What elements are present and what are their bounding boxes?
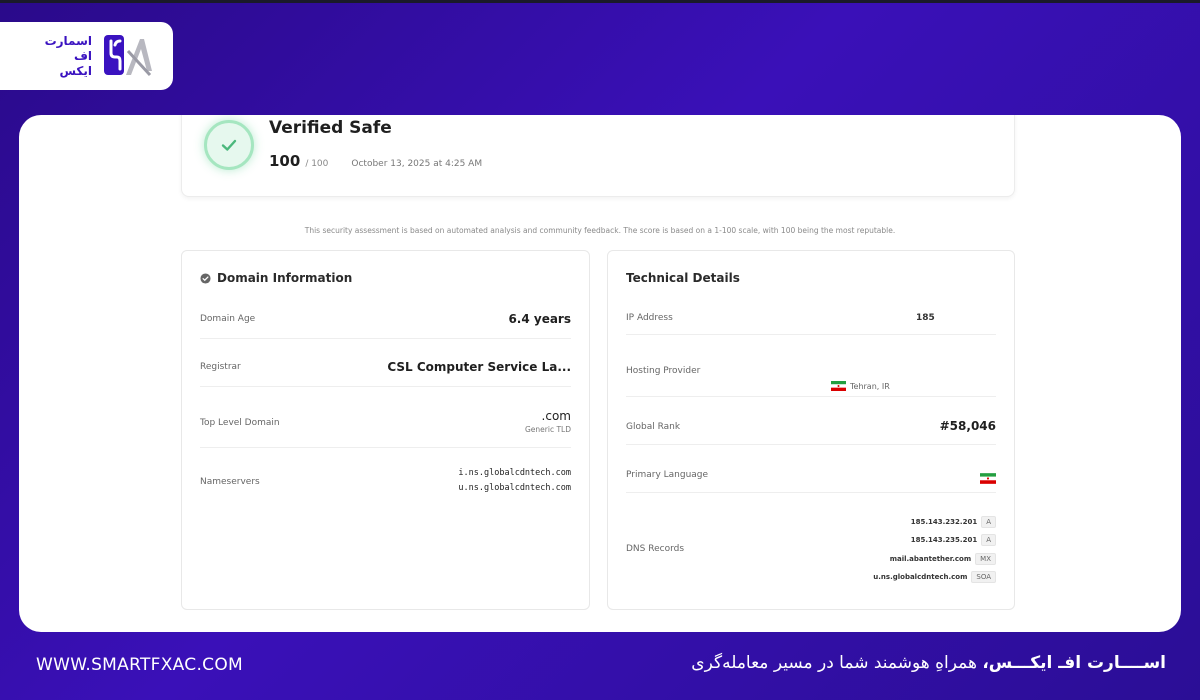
- hosting-value: Tehran, IR: [831, 381, 890, 391]
- tld-sub: Generic TLD: [524, 425, 571, 434]
- primary-language-value: [980, 468, 996, 487]
- tld-value: .com: [541, 409, 571, 423]
- nameservers-label: Nameservers: [200, 477, 260, 487]
- dns-record: mail.abantether.com MX: [873, 551, 996, 566]
- global-rank-row: Global Rank #58,046: [626, 415, 996, 445]
- global-rank-value: #58,046: [939, 419, 996, 433]
- hosting-location: Tehran, IR: [850, 381, 890, 391]
- website-url[interactable]: WWW.SMARTFXAC.COM: [36, 655, 243, 675]
- disclaimer-text: This security assessment is based on aut…: [304, 226, 896, 235]
- ip-address-value: 185: [916, 313, 935, 323]
- domain-information-card: Domain Information Domain Age 6.4 years …: [181, 250, 590, 610]
- nameservers-row: Nameservers i.ns.globalcdntech.com u.ns.…: [200, 465, 571, 505]
- technical-details-title: Technical Details: [626, 271, 740, 285]
- registrar-row: Registrar CSL Computer Service La...: [200, 357, 571, 387]
- dns-record-type: A: [981, 534, 996, 546]
- check-icon: [221, 139, 237, 151]
- dns-record: 185.143.235.201 A: [873, 533, 996, 548]
- global-rank-label: Global Rank: [626, 422, 681, 432]
- iran-flag-icon: [831, 381, 846, 391]
- tld-label: Top Level Domain: [200, 418, 280, 428]
- dns-record-host: mail.abantether.com: [889, 554, 972, 563]
- tld-value-group: .com Generic TLD: [525, 409, 571, 434]
- hosting-row: Hosting Provider Tehran, IR: [626, 354, 996, 397]
- dns-record-type: SOA: [971, 571, 996, 583]
- verification-card: Verified Safe 100 / 100 October 13, 2025…: [181, 115, 1015, 197]
- dns-record-type: MX: [975, 552, 996, 565]
- dns-records-label: DNS Records: [626, 544, 685, 554]
- primary-language-label: Primary Language: [626, 470, 709, 480]
- logo-mark-icon: [104, 35, 152, 77]
- technical-details-card: Technical Details IP Address 185 Hosting…: [607, 250, 1015, 610]
- registrar-label: Registrar: [200, 362, 241, 372]
- shield-check-icon: [200, 272, 211, 284]
- hosting-label: Hosting Provider: [626, 366, 701, 376]
- dns-record-host: 185.143.232.201: [910, 517, 978, 526]
- domain-age-label: Domain Age: [200, 314, 256, 324]
- dns-records-list: 185.143.232.201 A 185.143.235.201 A mail…: [873, 514, 996, 588]
- domain-info-title: Domain Information: [217, 271, 353, 285]
- assessment-date: October 13, 2025 at 4:25 AM: [351, 159, 483, 169]
- score-row: 100 / 100 October 13, 2025 at 4:25 AM: [269, 152, 482, 170]
- ip-address-label: IP Address: [626, 313, 673, 323]
- nameservers-list: i.ns.globalcdntech.com u.ns.globalcdntec…: [458, 466, 571, 496]
- ip-address-row: IP Address 185: [626, 309, 996, 335]
- nameserver-item: u.ns.globalcdntech.com: [458, 483, 571, 493]
- dns-record: u.ns.globalcdntech.com SOA: [873, 570, 996, 585]
- tagline-text: همراهِ هوشمند شما در مسیر معامله‌گری: [691, 653, 983, 673]
- tagline-brand: اســــارت افـ ایکـــس،: [982, 653, 1166, 673]
- domain-age-value: 6.4 years: [508, 312, 571, 326]
- top-border: [0, 0, 1200, 3]
- dns-record: 185.143.232.201 A: [873, 514, 996, 529]
- iran-flag-icon: [980, 473, 996, 484]
- registrar-value: CSL Computer Service La...: [387, 360, 571, 374]
- technical-details-header: Technical Details: [626, 271, 740, 285]
- nameserver-item: i.ns.globalcdntech.com: [458, 468, 571, 478]
- verified-badge: [204, 120, 254, 170]
- dns-record-host: u.ns.globalcdntech.com: [873, 573, 968, 581]
- brand-tagline: اســــارت افـ ایکـــس، همراهِ هوشمند شما…: [691, 653, 1166, 673]
- trust-score: 100: [269, 152, 301, 170]
- dns-records-row: DNS Records 185.143.232.201 A 185.143.23…: [626, 514, 996, 590]
- brand-logo: اسمارت اف ایکس: [0, 22, 173, 90]
- dns-record-type: A: [981, 515, 996, 528]
- primary-language-row: Primary Language: [626, 463, 996, 493]
- domain-info-header: Domain Information: [200, 271, 352, 285]
- verification-title: Verified Safe: [269, 118, 392, 138]
- report-panel: Verified Safe 100 / 100 October 13, 2025…: [19, 115, 1181, 632]
- tld-row: Top Level Domain .com Generic TLD: [200, 405, 571, 448]
- trust-score-max: / 100: [305, 159, 329, 169]
- logo-text: اسمارت اف ایکس: [44, 33, 92, 78]
- domain-age-row: Domain Age 6.4 years: [200, 309, 571, 339]
- dns-record-host: 185.143.235.201: [910, 536, 978, 544]
